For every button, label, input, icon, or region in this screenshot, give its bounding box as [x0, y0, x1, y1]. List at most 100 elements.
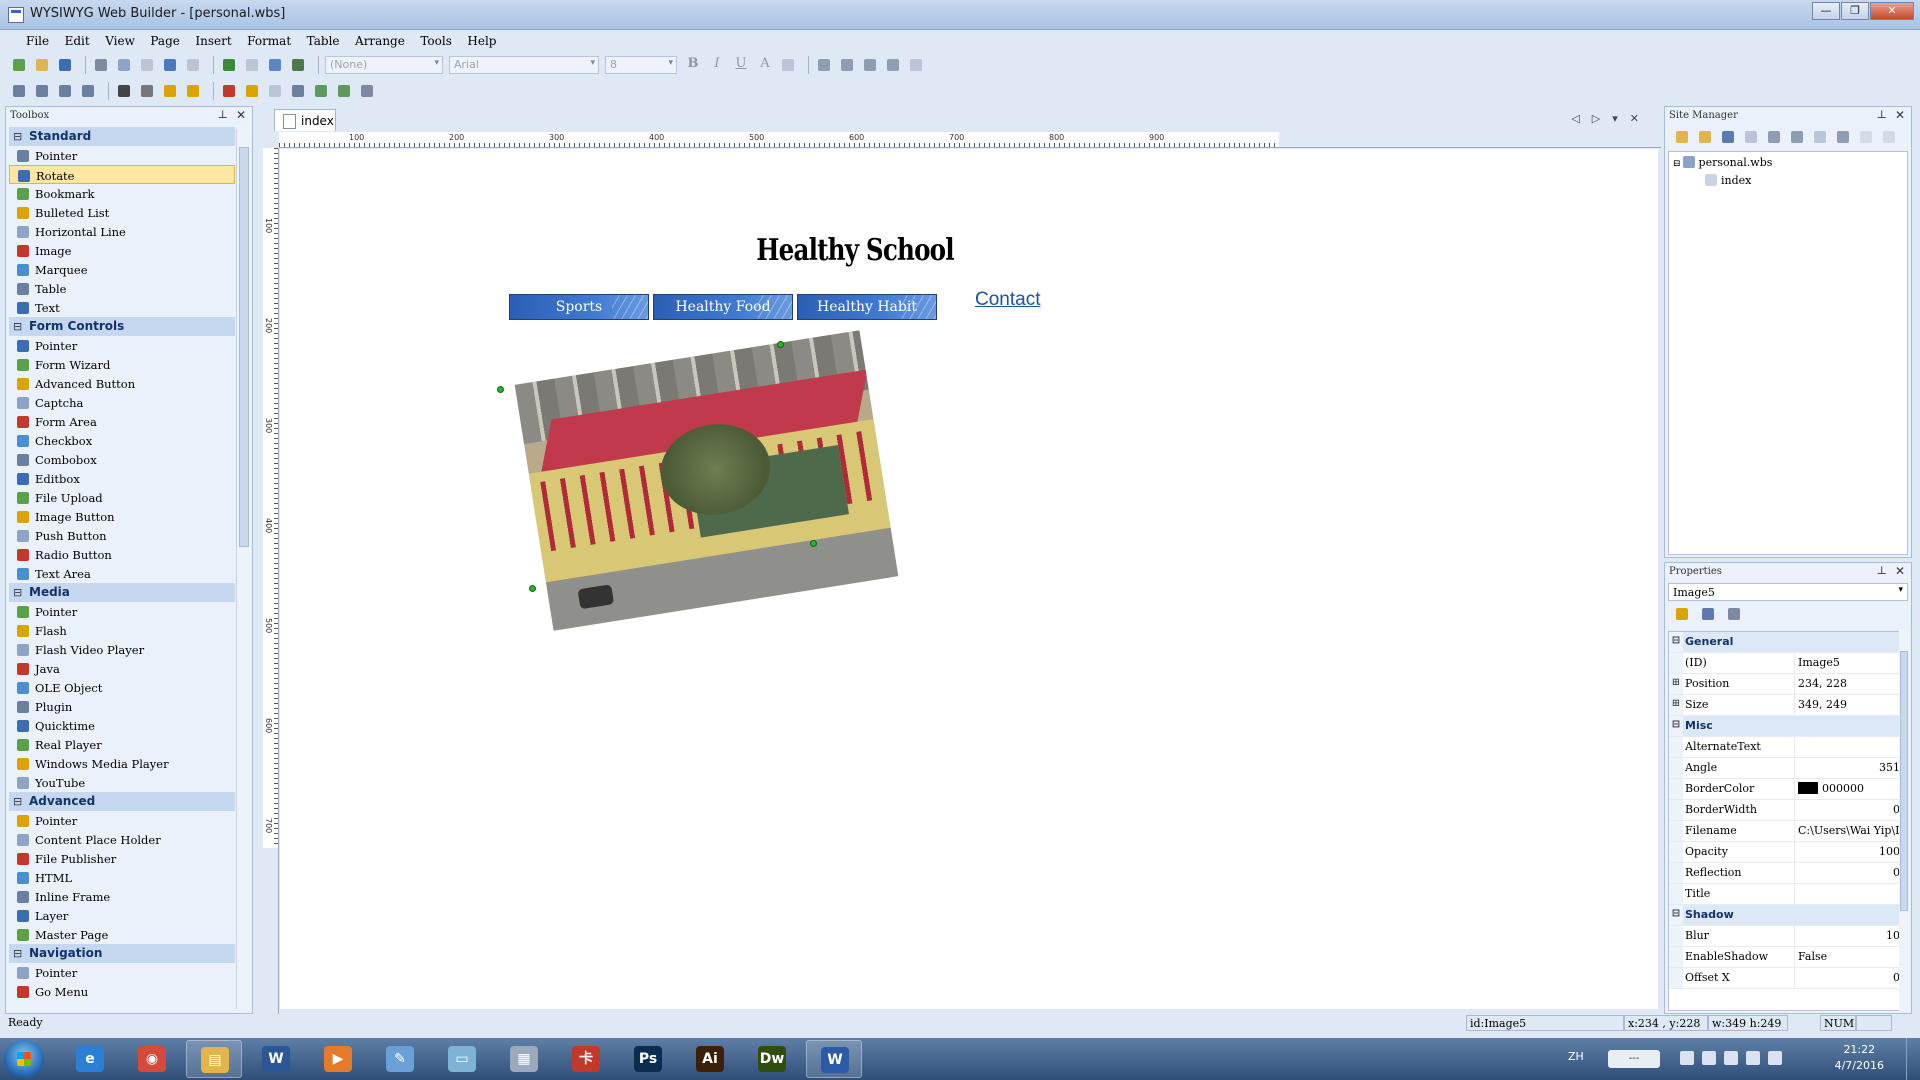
tool-item-image-button[interactable]: Image Button	[9, 507, 235, 526]
close-icon[interactable]: ✕	[1895, 564, 1905, 578]
tool-item-plugin[interactable]: Plugin	[9, 697, 235, 716]
property-row-alternatetext[interactable]: AlternateText	[1669, 737, 1903, 758]
tool-item-layer[interactable]: Layer	[9, 906, 235, 925]
property-row-enableshadow[interactable]: EnableShadow False	[1669, 947, 1903, 968]
tool-item-pointer[interactable]: Pointer	[9, 811, 235, 830]
show-desktop-button[interactable]	[1906, 1038, 1920, 1080]
property-row-angle[interactable]: Angle 351	[1669, 758, 1903, 779]
next-tab-icon[interactable]: ▷	[1592, 112, 1612, 125]
copy-page-icon[interactable]	[1834, 128, 1851, 146]
tool-item-push-button[interactable]: Push Button	[9, 526, 235, 545]
taskbar-app-photoshop[interactable]: Ps	[620, 1040, 676, 1078]
nav-button-healthy-habit[interactable]: Healthy Habit	[797, 294, 937, 320]
animate-icon[interactable]	[184, 82, 202, 100]
move-up-icon[interactable]	[1857, 128, 1874, 146]
align-top-icon[interactable]	[33, 82, 51, 100]
nav-button-healthy-food[interactable]: Healthy Food	[653, 294, 793, 320]
property-value[interactable]: 234, 228	[1795, 674, 1903, 694]
taskbar-app-illustrator[interactable]: Ai	[682, 1040, 738, 1078]
property-category-misc[interactable]: ⊟ Misc	[1669, 716, 1903, 737]
site-icon[interactable]	[289, 56, 307, 74]
property-value[interactable]: C:\Users\Wai Yip\Desk	[1795, 821, 1903, 841]
align-objects-icon[interactable]	[10, 82, 28, 100]
menu-table[interactable]: Table	[301, 30, 346, 48]
property-row-blur[interactable]: Blur 10	[1669, 926, 1903, 947]
close-doc-icon[interactable]: ✕	[1630, 112, 1651, 125]
master-page-icon[interactable]	[1742, 128, 1759, 146]
close-icon[interactable]: ✕	[236, 108, 246, 122]
collapse-icon[interactable]: ⊟	[13, 320, 23, 333]
property-row-position[interactable]: ⊞ Position 234, 228	[1669, 674, 1903, 695]
property-value[interactable]: 10	[1795, 926, 1903, 946]
align-left-icon[interactable]	[815, 56, 833, 74]
copy-icon[interactable]	[115, 56, 133, 74]
collapse-icon[interactable]: ⊟	[1669, 632, 1683, 652]
menu-insert[interactable]: Insert	[189, 30, 237, 48]
align-bottom-icon[interactable]	[79, 82, 97, 100]
property-value[interactable]	[1795, 884, 1903, 904]
menu-page[interactable]: Page	[144, 30, 185, 48]
tool-item-master-page[interactable]: Master Page	[9, 925, 235, 944]
tool-item-bookmark[interactable]: Bookmark	[9, 184, 235, 203]
taskbar-app-paint[interactable]: ✎	[372, 1040, 428, 1078]
menu-file[interactable]: File	[20, 30, 55, 48]
menu-arrange[interactable]: Arrange	[349, 30, 411, 48]
toolbox-group-media[interactable]: ⊟ Media	[9, 583, 235, 602]
rotate-handle[interactable]	[529, 585, 536, 592]
menu-format[interactable]: Format	[241, 30, 297, 48]
property-value[interactable]: 349, 249	[1795, 695, 1903, 715]
property-value[interactable]: 0	[1795, 968, 1903, 988]
alphabetical-icon[interactable]	[1699, 605, 1717, 623]
omega-icon[interactable]	[243, 56, 261, 74]
tool-item-flash-video-player[interactable]: Flash Video Player	[9, 640, 235, 659]
show-hidden-icon[interactable]	[1680, 1051, 1694, 1065]
tool-item-file-upload[interactable]: File Upload	[9, 488, 235, 507]
taskbar-app-chrome[interactable]: ◉	[124, 1040, 180, 1078]
network-icon[interactable]	[1724, 1051, 1738, 1065]
taskbar-app-calculator[interactable]: ▦	[496, 1040, 552, 1078]
new-page-icon[interactable]	[1673, 128, 1690, 146]
taskbar-app-media-player[interactable]: ▶	[310, 1040, 366, 1078]
tool-item-pointer[interactable]: Pointer	[9, 146, 235, 165]
undo-icon[interactable]	[161, 56, 179, 74]
property-value[interactable]	[1795, 737, 1903, 757]
tool-item-bulleted-list[interactable]: Bulleted List	[9, 203, 235, 222]
align-center-icon[interactable]	[838, 56, 856, 74]
tool-item-checkbox[interactable]: Checkbox	[9, 431, 235, 450]
property-row-borderwidth[interactable]: BorderWidth 0	[1669, 800, 1903, 821]
collapse-icon[interactable]: ⊟	[13, 586, 23, 599]
collapse-icon[interactable]: ⊟	[13, 795, 23, 808]
menu-tools[interactable]: Tools	[414, 30, 458, 48]
delete-icon[interactable]	[1811, 128, 1828, 146]
app-icon[interactable]	[8, 7, 24, 23]
toolbox-group-navigation[interactable]: ⊟ Navigation	[9, 944, 235, 963]
page-properties-icon[interactable]	[1719, 128, 1736, 146]
save-icon[interactable]	[56, 56, 74, 74]
property-category-shadow[interactable]: ⊟ Shadow	[1669, 905, 1903, 926]
nav-button-sports[interactable]: Sports	[509, 294, 649, 320]
taskbar-app-web-builder[interactable]: W	[806, 1040, 862, 1078]
ime-indicator[interactable]: ---	[1608, 1050, 1660, 1068]
rotate-handle[interactable]	[497, 386, 504, 393]
tool-item-html[interactable]: HTML	[9, 868, 235, 887]
clock[interactable]: 21:22 4/7/2016	[1835, 1042, 1884, 1074]
move-down-icon[interactable]	[1880, 128, 1897, 146]
tool-item-flash[interactable]: Flash	[9, 621, 235, 640]
taskbar-app-word-doc[interactable]: W	[248, 1040, 304, 1078]
align-justify-icon[interactable]	[884, 56, 902, 74]
categorized-icon[interactable]	[1673, 605, 1691, 623]
publish-icon[interactable]	[220, 56, 238, 74]
tool-item-content-place-holder[interactable]: Content Place Holder	[9, 830, 235, 849]
rotate-handle[interactable]	[810, 540, 817, 547]
property-category-general[interactable]: ⊟ General	[1669, 632, 1903, 653]
text-color-button[interactable]: A	[755, 56, 775, 74]
tool-item-combobox[interactable]: Combobox	[9, 450, 235, 469]
tool-item-inline-frame[interactable]: Inline Frame	[9, 887, 235, 906]
tool-item-java[interactable]: Java	[9, 659, 235, 678]
image-dropdown-icon[interactable]	[358, 82, 376, 100]
sync-icon[interactable]	[1768, 1051, 1782, 1065]
grid-icon[interactable]	[266, 82, 284, 100]
clear-format-icon[interactable]	[907, 56, 925, 74]
tool-item-marquee[interactable]: Marquee	[9, 260, 235, 279]
tool-item-form-wizard[interactable]: Form Wizard	[9, 355, 235, 374]
